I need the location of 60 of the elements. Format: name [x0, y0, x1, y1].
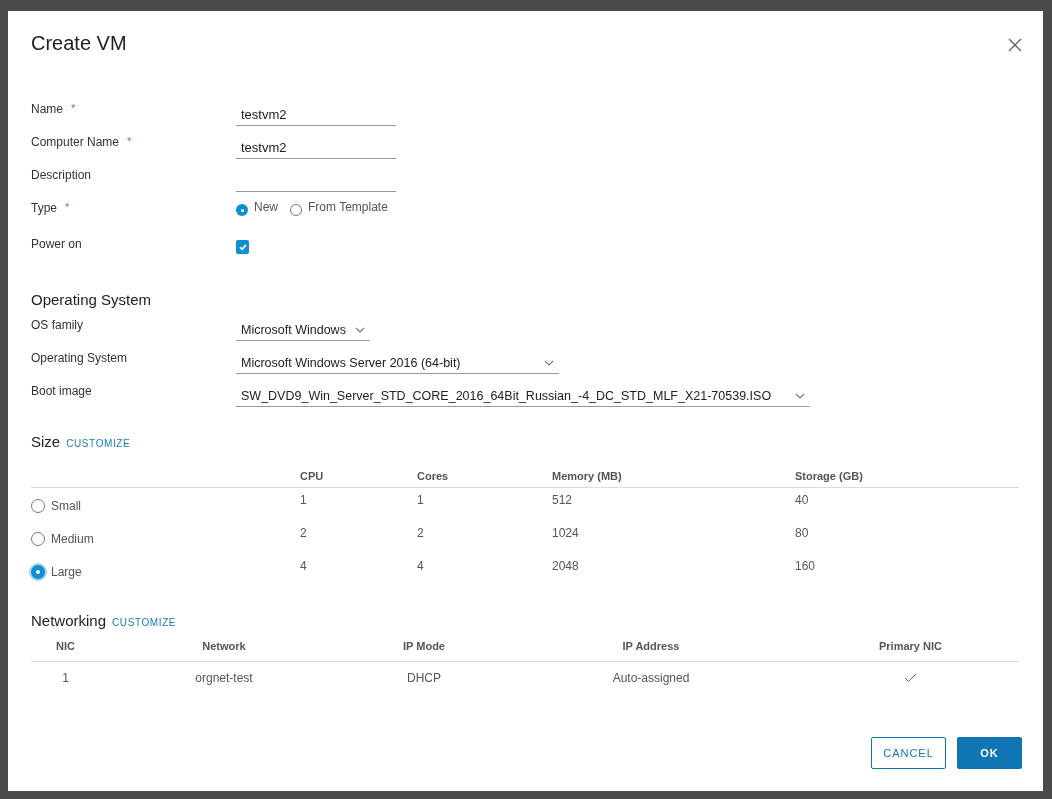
column-header: Primary NIC	[878, 640, 943, 652]
column-header: Network	[201, 640, 247, 652]
checkbox[interactable]	[236, 240, 249, 254]
column-header: CPU	[300, 470, 325, 482]
radio-option[interactable]: Medium	[31, 521, 300, 546]
table-cell-text: 1	[300, 492, 308, 507]
section-heading: Networking	[31, 612, 107, 629]
column-header: IP Mode	[402, 640, 446, 652]
column-header: Storage (GB)	[795, 470, 864, 482]
field-label: OS family	[31, 317, 84, 334]
table-cell-text: 2	[417, 525, 425, 540]
caret-icon	[355, 326, 365, 333]
radio-icon[interactable]	[236, 204, 248, 216]
radio-option[interactable]: Large	[31, 554, 300, 579]
table-cell-text: 512	[552, 492, 574, 507]
required-mark: *	[65, 201, 70, 215]
radio-option[interactable]: From Template	[290, 200, 388, 235]
table-cell-text: 2	[300, 525, 308, 540]
radio-option[interactable]: Small	[31, 488, 300, 513]
field-label: Computer Name	[31, 135, 120, 151]
field-label: Power on	[31, 237, 82, 253]
caret-icon	[544, 359, 554, 366]
field-label: Name	[31, 102, 63, 118]
column-header: NIC	[55, 640, 76, 652]
ok-button[interactable]: OK	[957, 737, 1022, 769]
table-cell-text: 4	[300, 558, 308, 573]
field-label: Type	[31, 201, 57, 217]
table-cell-text: Auto-assigned	[611, 671, 691, 685]
select-dropdown[interactable]: Microsoft Windows Server 2016 (64-bit)	[236, 352, 559, 374]
radio-icon[interactable]	[31, 565, 45, 579]
column-header: Memory (MB)	[552, 470, 623, 482]
radio-option[interactable]: New	[236, 200, 278, 235]
select-dropdown[interactable]: Microsoft Windows	[236, 319, 370, 341]
section-heading: Size	[31, 433, 61, 450]
column-header: Cores	[417, 470, 450, 482]
table-cell-text: 2048	[552, 558, 580, 573]
column-header: IP Address	[621, 640, 681, 652]
field-label: Boot image	[31, 383, 93, 400]
required-mark: *	[127, 135, 132, 149]
cancel-button[interactable]: CANCEL	[871, 737, 946, 769]
table-cell-text: 1	[61, 671, 70, 685]
table-cell-text: 160	[795, 558, 817, 573]
field-label: Description	[31, 168, 92, 184]
required-mark: *	[71, 102, 76, 116]
table-cell-text: 80	[795, 525, 810, 540]
field-label: Operating System	[31, 350, 129, 367]
table-cell-text: orgnet-test	[194, 671, 254, 685]
dialog-title: Create VM	[31, 31, 127, 55]
table-cell-text: 4	[417, 558, 425, 573]
table-cell-text: DHCP	[406, 671, 442, 685]
table-cell-text: 1024	[552, 525, 580, 540]
caret-icon	[795, 392, 805, 399]
customize-link[interactable]: CUSTOMIZE	[112, 617, 177, 628]
section-heading: Operating System	[31, 291, 152, 308]
table-cell-text: 1	[417, 492, 425, 507]
select-dropdown[interactable]: SW_DVD9_Win_Server_STD_CORE_2016_64Bit_Russian_-4_DC_STD_MLF_X21-70539.ISO	[236, 385, 810, 407]
checkmark-icon	[237, 242, 248, 252]
customize-link[interactable]: CUSTOMIZE	[66, 438, 131, 449]
close-icon[interactable]	[1008, 38, 1022, 52]
table-cell-text: 40	[795, 492, 810, 507]
